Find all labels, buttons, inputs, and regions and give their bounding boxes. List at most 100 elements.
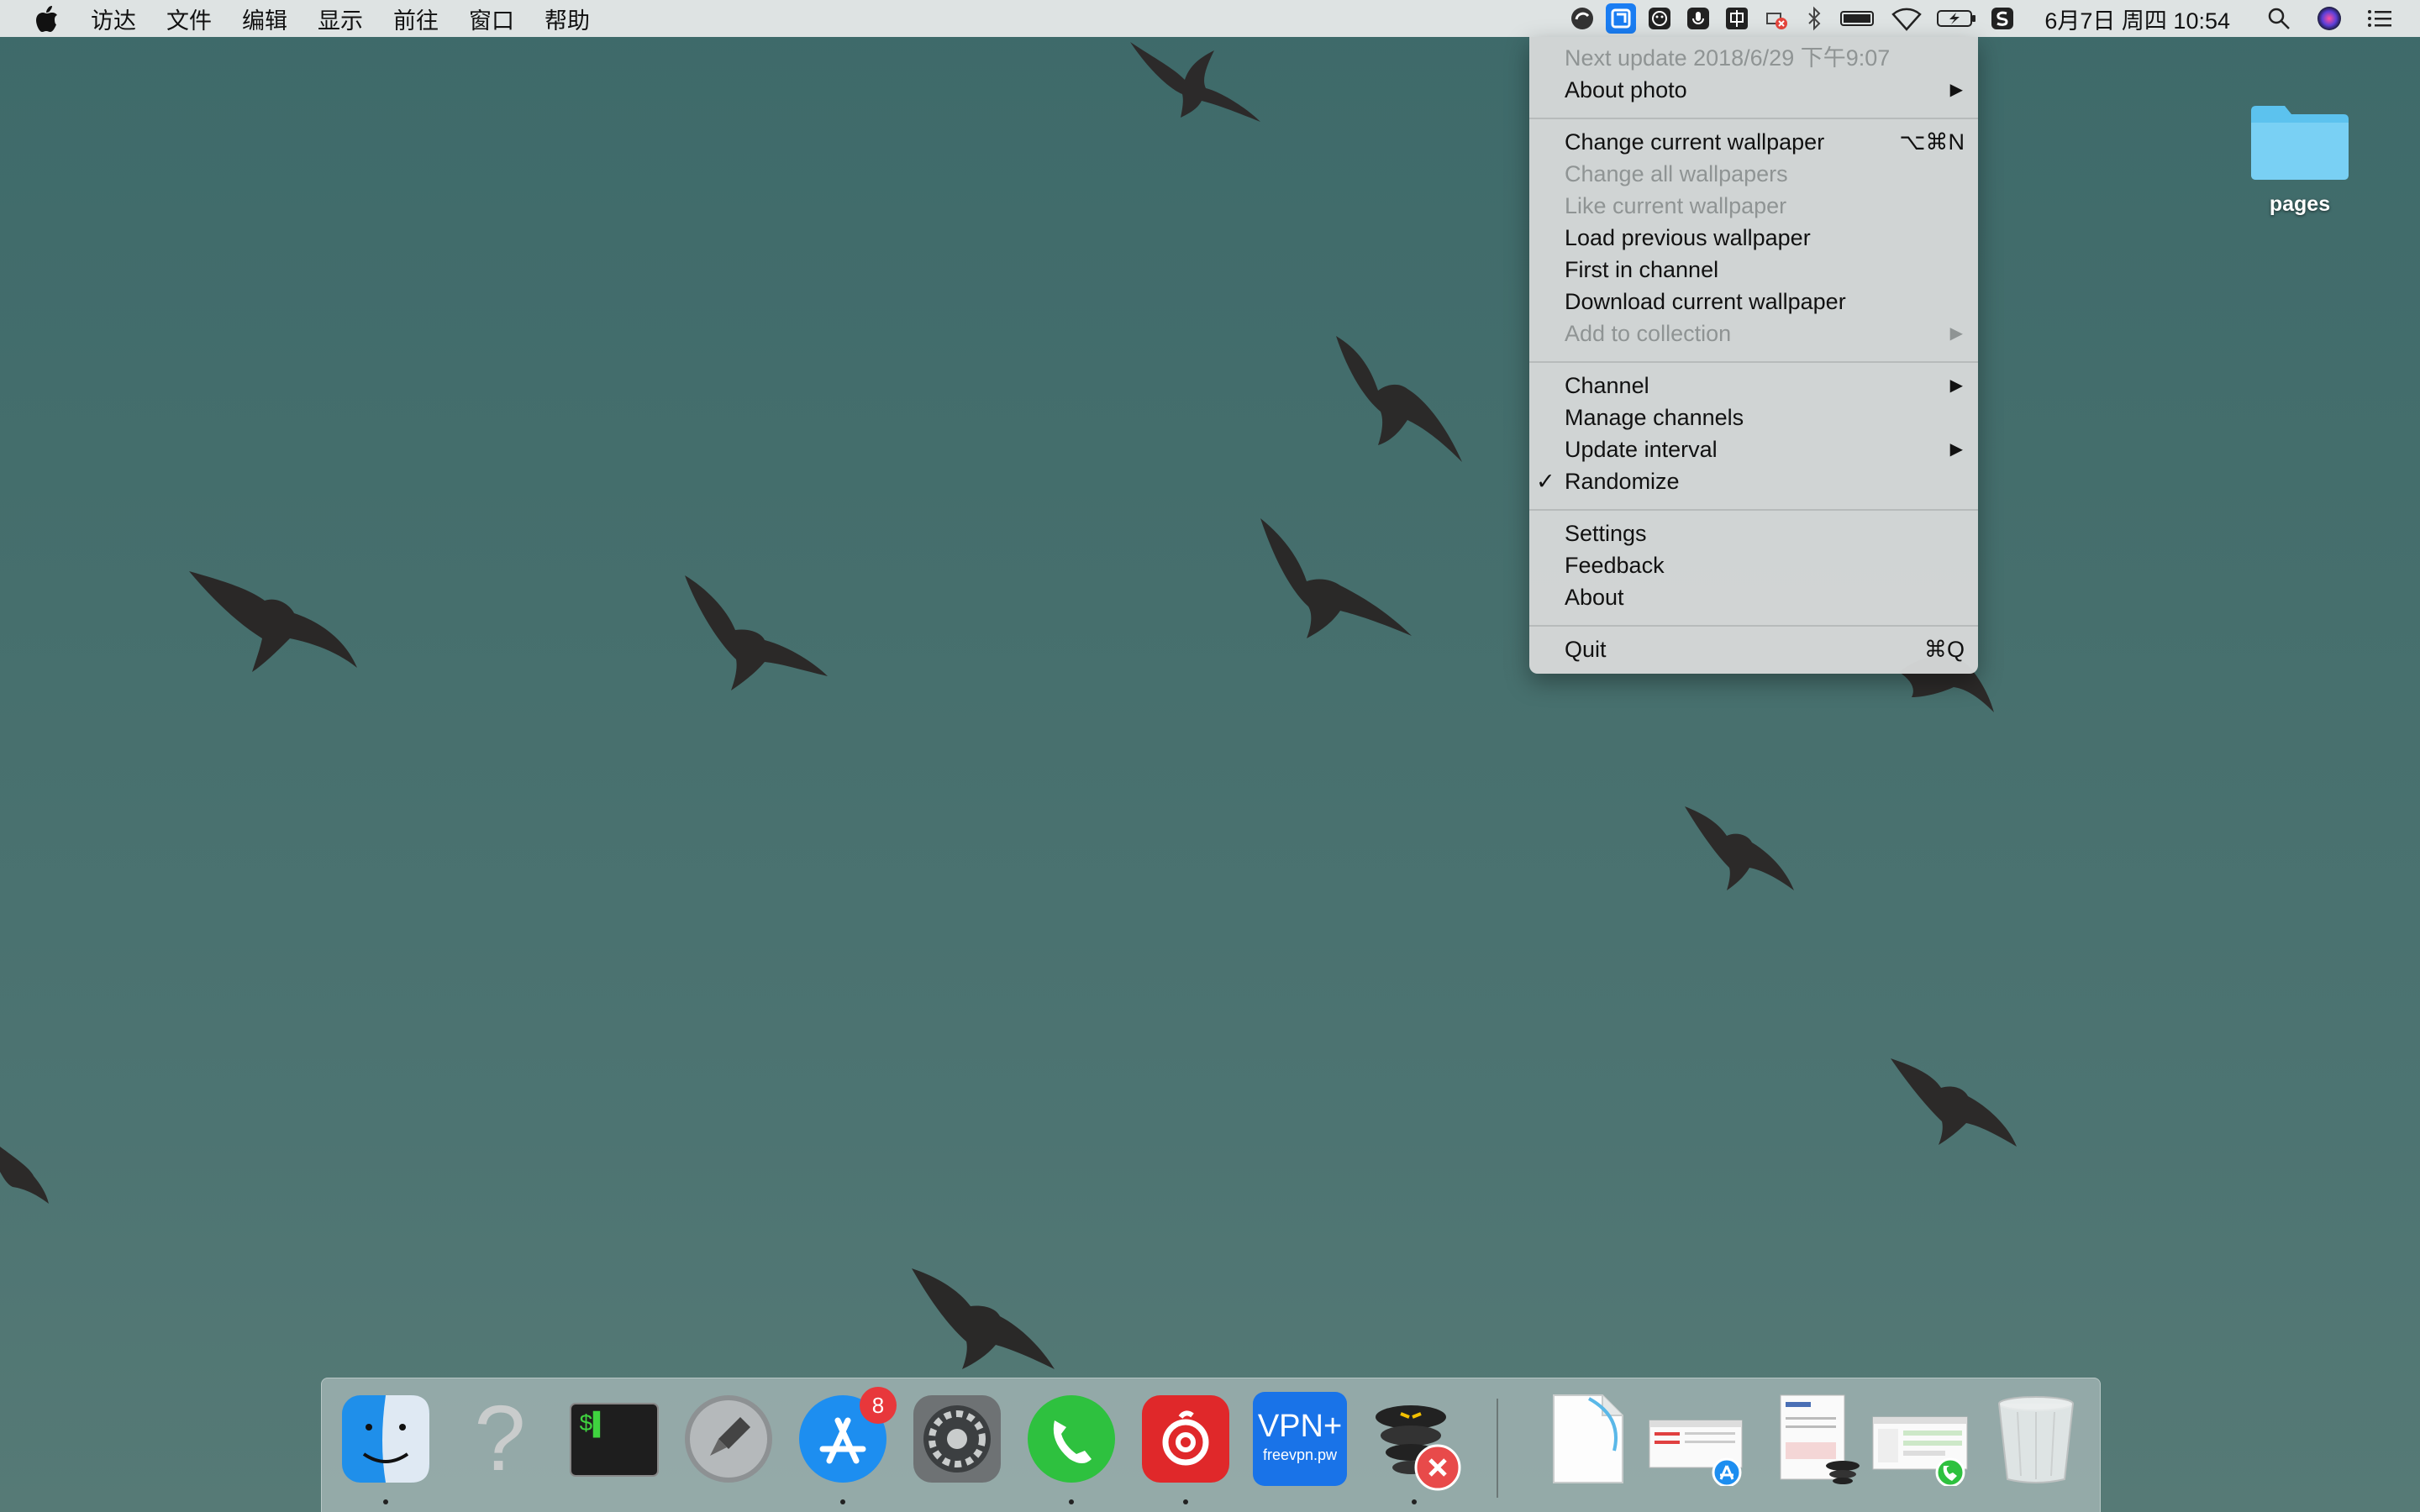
menu-bar: 访达 文件 编辑 显示 前往 窗口 帮助 6月7日 周四 10:54 [0, 0, 2420, 37]
menu-item-download-current[interactable]: Download current wallpaper [1565, 286, 1965, 318]
wallpaper-app-icon[interactable] [1606, 3, 1637, 34]
submenu-arrow-icon: ▶ [1949, 81, 1963, 99]
next-update-text: Next update 2018/6/29 下午9:07 [1565, 45, 1891, 71]
finder-icon[interactable] [339, 1392, 433, 1504]
vyprvpn-icon[interactable] [1367, 1392, 1461, 1504]
wallpaper-menu: Next update 2018/6/29 下午9:07 About photo… [1529, 37, 1978, 674]
menu-item-change-current[interactable]: Change current wallpaper ⌥⌘N [1565, 126, 1965, 158]
bird-image [1891, 1058, 2017, 1147]
submenu-arrow-icon: ▶ [1949, 440, 1963, 459]
activity-icon[interactable] [1567, 3, 1597, 34]
menu-item-about[interactable]: About [1565, 581, 1965, 613]
running-indicator [1183, 1499, 1188, 1504]
clock[interactable]: 6月7日 周四 10:54 [2044, 3, 2230, 35]
menu-view[interactable]: 显示 [318, 3, 363, 35]
submenu-arrow-icon: ▶ [1949, 324, 1963, 343]
add-to-collection-label: Add to collection [1565, 321, 1732, 346]
randomize-label: Randomize [1565, 469, 1680, 494]
notification-badge: 8 [860, 1387, 897, 1424]
menu-separator [1529, 118, 1978, 119]
launchpad-icon[interactable] [681, 1392, 776, 1486]
desktop-wallpaper [0, 0, 2420, 1512]
settings-label: Settings [1565, 521, 1647, 546]
change-current-shortcut: ⌥⌘N [1899, 129, 1965, 155]
bird-image [0, 1147, 49, 1204]
desktop-folder[interactable]: pages [2245, 99, 2354, 217]
menu-item-first-in-channel[interactable]: First in channel [1565, 254, 1965, 286]
terminal-icon[interactable]: $▌ [567, 1392, 661, 1486]
running-indicator [840, 1499, 845, 1504]
bluetooth-icon[interactable] [1799, 3, 1829, 34]
emoji-icon[interactable] [1644, 3, 1675, 34]
bird-image [912, 1268, 1055, 1369]
mic-icon[interactable] [1683, 3, 1713, 34]
menu-finder[interactable]: 访达 [91, 3, 136, 35]
first-in-channel-label: First in channel [1565, 257, 1719, 282]
siri-icon[interactable] [2314, 3, 2344, 34]
apple-logo-icon[interactable] [32, 3, 62, 34]
running-indicator [1069, 1499, 1074, 1504]
system-preferences-icon[interactable] [910, 1392, 1004, 1486]
unknown-app-icon[interactable]: ? [453, 1392, 547, 1486]
update-interval-label: Update interval [1565, 437, 1718, 462]
manage-channels-label: Manage channels [1565, 405, 1744, 430]
trash-icon[interactable] [1989, 1392, 2083, 1486]
quit-shortcut: ⌘Q [1923, 637, 1965, 662]
folder-icon [2251, 106, 2349, 180]
search-icon[interactable] [2264, 3, 2294, 34]
chat-window-icon[interactable] [1870, 1392, 1968, 1488]
menu-edit[interactable]: 编辑 [242, 3, 287, 35]
menu-item-like-current: Like current wallpaper [1565, 190, 1965, 222]
battery-meter-icon[interactable] [1838, 3, 1878, 34]
list-icon[interactable] [2365, 3, 2395, 34]
wifi-icon[interactable] [1886, 3, 1927, 34]
about-photo-label: About photo [1565, 77, 1687, 102]
netease-music-icon[interactable] [1139, 1392, 1233, 1504]
blocked-icon[interactable] [1760, 3, 1791, 34]
checkmark-icon: ✓ [1536, 469, 1555, 494]
vpn-subtitle: freevpn.pw [1262, 1446, 1338, 1463]
bird-image [1260, 518, 1412, 638]
menu-item-change-all: Change all wallpapers [1565, 158, 1965, 190]
bird-image [1685, 806, 1794, 890]
like-current-label: Like current wallpaper [1565, 193, 1787, 218]
app-store-window-icon[interactable] [1646, 1392, 1743, 1488]
bird-image [685, 575, 828, 690]
error-icon [1414, 1444, 1461, 1491]
vpn-plus-icon[interactable]: VPN+ freevpn.pw [1253, 1392, 1347, 1486]
dock-divider [1497, 1399, 1498, 1498]
channel-label: Channel [1565, 373, 1649, 398]
vpn-title: VPN+ [1257, 1409, 1343, 1444]
sogou-icon[interactable] [1987, 3, 2018, 34]
running-indicator [383, 1499, 388, 1504]
menu-item-feedback[interactable]: Feedback [1565, 549, 1965, 581]
menu-item-randomize[interactable]: ✓ Randomize [1536, 465, 1965, 497]
menu-item-settings[interactable]: Settings [1565, 517, 1965, 549]
menu-separator [1529, 361, 1978, 363]
menu-go[interactable]: 前往 [393, 3, 439, 35]
battery-icon[interactable] [1935, 3, 1979, 34]
menu-item-manage-channels[interactable]: Manage channels [1565, 402, 1965, 433]
load-previous-label: Load previous wallpaper [1565, 225, 1811, 250]
about-label: About [1565, 585, 1624, 610]
menu-window[interactable]: 窗口 [469, 3, 514, 35]
app-store-icon[interactable]: 8 [796, 1387, 897, 1504]
menu-help[interactable]: 帮助 [544, 3, 590, 35]
dock: ? $▌ 8 VPN+ freevpn.pw [321, 1378, 2101, 1512]
menu-file[interactable]: 文件 [166, 3, 212, 35]
browser-window-icon[interactable] [1776, 1392, 1870, 1486]
bird-image [1130, 42, 1260, 122]
document-icon[interactable] [1539, 1392, 1633, 1486]
menu-item-update-interval[interactable]: Update interval ▶ [1565, 433, 1965, 465]
menu-item-quit[interactable]: Quit ⌘Q [1565, 633, 1965, 665]
quit-label: Quit [1565, 637, 1607, 662]
menu-item-load-previous[interactable]: Load previous wallpaper [1565, 222, 1965, 254]
terminal-prompt: $▌ [579, 1412, 608, 1438]
input-method-icon[interactable] [1722, 3, 1752, 34]
menu-item-channel[interactable]: Channel ▶ [1565, 370, 1965, 402]
folder-label: pages [2269, 192, 2331, 216]
phone-app-icon[interactable] [1024, 1392, 1118, 1504]
feedback-label: Feedback [1565, 553, 1665, 578]
bird-image [189, 571, 357, 672]
menu-item-about-photo[interactable]: About photo ▶ [1565, 74, 1965, 106]
